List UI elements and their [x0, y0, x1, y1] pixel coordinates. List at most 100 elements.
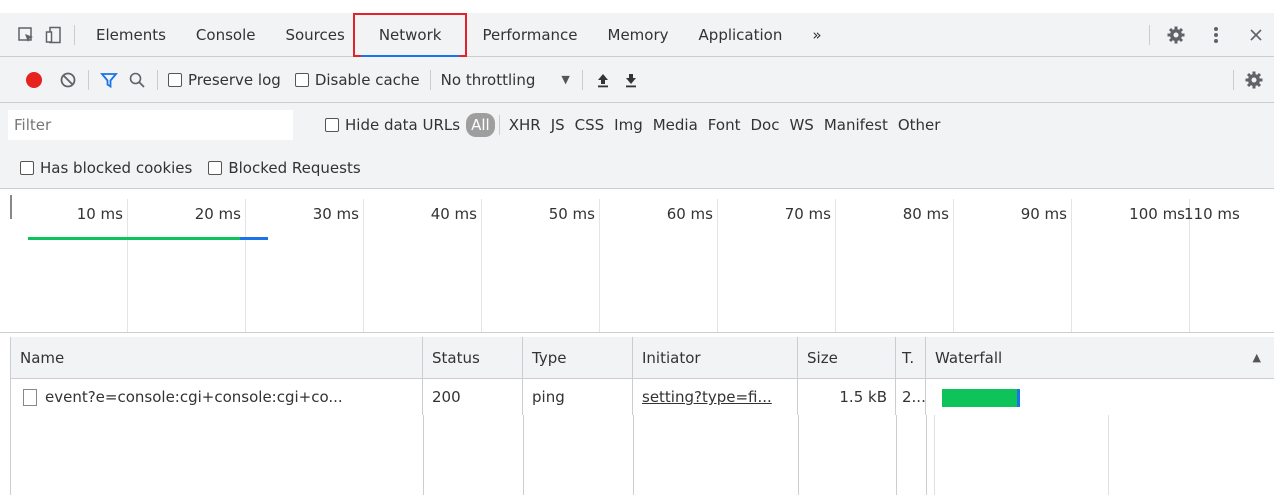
throttling-select[interactable]: No throttling ▼	[441, 71, 570, 89]
more-options-kebab-icon[interactable]	[1202, 21, 1230, 49]
tab-label: Application	[698, 25, 783, 44]
blocked-filter-bar: Has blocked cookies Blocked Requests	[0, 147, 1274, 189]
header-initiator[interactable]: Initiator	[633, 337, 798, 378]
close-devtools-icon[interactable]	[1242, 21, 1270, 49]
header-label: Status	[432, 348, 480, 367]
tick-label: 70 ms	[784, 205, 831, 223]
grid-line	[835, 199, 836, 332]
row-initiator[interactable]: setting?type=fi...	[633, 379, 798, 415]
grid-line	[953, 199, 954, 332]
waterfall-grid-line	[934, 415, 935, 495]
tick-label: 20 ms	[194, 205, 241, 223]
header-label: Initiator	[642, 348, 701, 367]
separator	[74, 24, 75, 45]
device-toolbar-icon[interactable]	[40, 21, 68, 49]
tick-label: 90 ms	[1020, 205, 1067, 223]
sort-ascending-icon: ▲	[1252, 351, 1261, 364]
waterfall-request-bar[interactable]	[942, 389, 1019, 407]
devtools-tab-bar: Elements Console Sources Network Perform…	[0, 12, 1274, 57]
separator	[498, 115, 500, 135]
search-icon[interactable]	[123, 66, 151, 94]
tick-label: 30 ms	[312, 205, 359, 223]
tab-label: Console	[195, 25, 256, 44]
row-name-cell[interactable]: event?e=console:cgi+console:cgi+co...	[11, 379, 423, 415]
header-status[interactable]: Status	[423, 337, 523, 378]
type-filter-manifest[interactable]: Manifest	[819, 113, 893, 137]
filter-placeholder: Filter	[14, 116, 52, 134]
tab-memory[interactable]: Memory	[593, 13, 684, 57]
waterfall-grid-line	[1108, 415, 1109, 495]
type-filter-all[interactable]: All	[466, 113, 495, 137]
chevron-down-icon: ▼	[561, 73, 570, 86]
network-settings-gear-icon[interactable]	[1240, 66, 1268, 94]
checkbox-box[interactable]	[20, 160, 34, 175]
checkbox-box[interactable]	[208, 160, 223, 175]
disable-cache-checkbox[interactable]: Disable cache	[294, 70, 420, 89]
column-line	[633, 415, 634, 495]
tab-performance[interactable]: Performance	[467, 13, 592, 57]
preserve-log-checkbox[interactable]: Preserve log	[168, 71, 281, 89]
checkbox-box[interactable]	[294, 72, 309, 87]
separator	[581, 69, 583, 90]
filter-funnel-icon[interactable]	[95, 66, 123, 94]
header-size[interactable]: Size	[798, 337, 896, 378]
initiator-link[interactable]: setting?type=fi...	[642, 388, 772, 406]
type-filter-xhr[interactable]: XHR	[504, 113, 546, 137]
tab-elements[interactable]: Elements	[81, 13, 181, 57]
tab-application[interactable]: Application	[684, 13, 798, 57]
separator	[88, 69, 89, 90]
header-name[interactable]: Name	[11, 337, 423, 378]
overview-request-bar-end	[240, 237, 268, 240]
type-filter-img[interactable]: Img	[609, 113, 648, 137]
tick-label: 50 ms	[548, 205, 595, 223]
disable-cache-label: Disable cache	[314, 70, 420, 89]
waterfall-request-bar-end	[1017, 389, 1020, 407]
header-label: Waterfall	[935, 348, 1003, 367]
tab-console[interactable]: Console	[181, 13, 271, 57]
separator	[1233, 69, 1234, 90]
grid-line	[363, 199, 364, 332]
grid-line	[481, 199, 482, 332]
header-time[interactable]: T.	[896, 337, 926, 378]
more-tabs-button[interactable]: »	[797, 13, 836, 57]
type-filter-doc[interactable]: Doc	[745, 113, 784, 137]
type-filter-js[interactable]: JS	[546, 113, 570, 137]
tick-label: 60 ms	[666, 205, 713, 223]
hide-data-urls-checkbox[interactable]: Hide data URLs	[325, 116, 460, 134]
column-line	[896, 415, 897, 495]
checkbox-box[interactable]	[325, 118, 339, 132]
export-har-icon[interactable]	[617, 66, 645, 94]
has-blocked-cookies-checkbox[interactable]: Has blocked cookies	[20, 159, 192, 177]
row-type-text: ping	[532, 388, 565, 406]
checkbox-box[interactable]	[168, 72, 182, 87]
grid-line	[127, 199, 128, 332]
type-filter-other[interactable]: Other	[893, 113, 946, 137]
record-icon[interactable]	[20, 66, 48, 94]
grid-line	[1071, 199, 1072, 332]
settings-gear-icon[interactable]	[1162, 21, 1190, 49]
preserve-log-label: Preserve log	[188, 70, 281, 89]
column-line	[423, 415, 424, 495]
row-type: ping	[523, 379, 633, 415]
type-filter-font[interactable]: Font	[703, 113, 746, 137]
tab-label: Performance	[482, 25, 578, 44]
type-filter-media[interactable]: Media	[648, 113, 703, 137]
type-filter-ws[interactable]: WS	[784, 113, 818, 137]
filter-input[interactable]: Filter	[8, 110, 293, 140]
tab-sources[interactable]: Sources	[270, 13, 352, 57]
separator	[157, 69, 158, 90]
clear-icon[interactable]	[54, 66, 82, 94]
inspect-element-icon[interactable]	[12, 21, 40, 49]
network-overview-timeline[interactable]: 10 ms 20 ms 30 ms 40 ms 50 ms 60 ms 70 m…	[0, 189, 1274, 333]
tab-network[interactable]: Network	[352, 12, 468, 57]
header-waterfall[interactable]: Waterfall ▲	[926, 337, 1274, 378]
import-har-icon[interactable]	[589, 66, 617, 94]
table-column-lines	[11, 415, 1274, 495]
overview-window-handle[interactable]	[10, 195, 12, 219]
table-row[interactable]: event?e=console:cgi+console:cgi+co... 20…	[11, 379, 1274, 415]
header-label: Size	[807, 348, 838, 367]
blocked-requests-checkbox[interactable]: Blocked Requests	[208, 159, 361, 177]
header-type[interactable]: Type	[523, 337, 633, 378]
type-filter-css[interactable]: CSS	[570, 113, 610, 137]
tick-label: 40 ms	[430, 205, 477, 223]
